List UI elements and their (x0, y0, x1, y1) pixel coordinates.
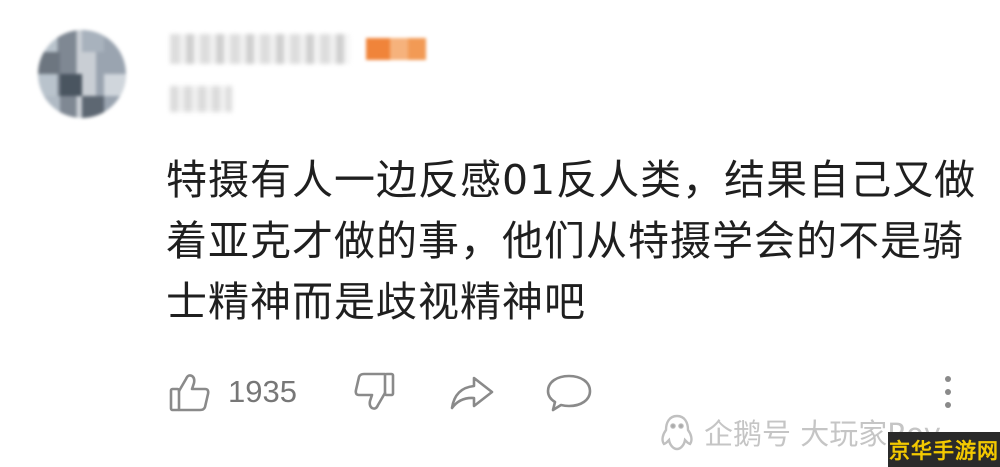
penguin-icon (661, 414, 693, 451)
thumbs-up-icon (169, 374, 210, 412)
thumbs-down-icon (354, 372, 395, 410)
more-vertical-icon (945, 376, 951, 408)
comment-line: 着亚克才做的事，他们从特摄学会的不是骑 (166, 217, 964, 265)
comment-line: 士精神而是歧视精神吧 (166, 278, 586, 326)
comment-meta-blurred (170, 86, 232, 112)
username-blurred[interactable] (170, 34, 350, 64)
dislike-button[interactable] (352, 362, 396, 422)
more-button[interactable] (940, 362, 956, 422)
reply-icon (546, 374, 592, 412)
level-badge (366, 38, 426, 60)
like-button[interactable]: 1935 (168, 362, 297, 422)
reply-button[interactable] (545, 362, 593, 422)
share-icon (450, 376, 494, 410)
comment-text: 特摄有人一边反感01反人类，结果自己又做 着亚克才做的事，他们从特摄学会的不是骑… (166, 150, 986, 333)
like-count: 1935 (228, 374, 297, 409)
site-badge: 京华手游网 (888, 432, 1000, 467)
comment-line: 特摄有人一边反感01反人类，结果自己又做 (166, 156, 977, 204)
avatar[interactable] (38, 30, 126, 118)
share-button[interactable] (448, 362, 496, 422)
